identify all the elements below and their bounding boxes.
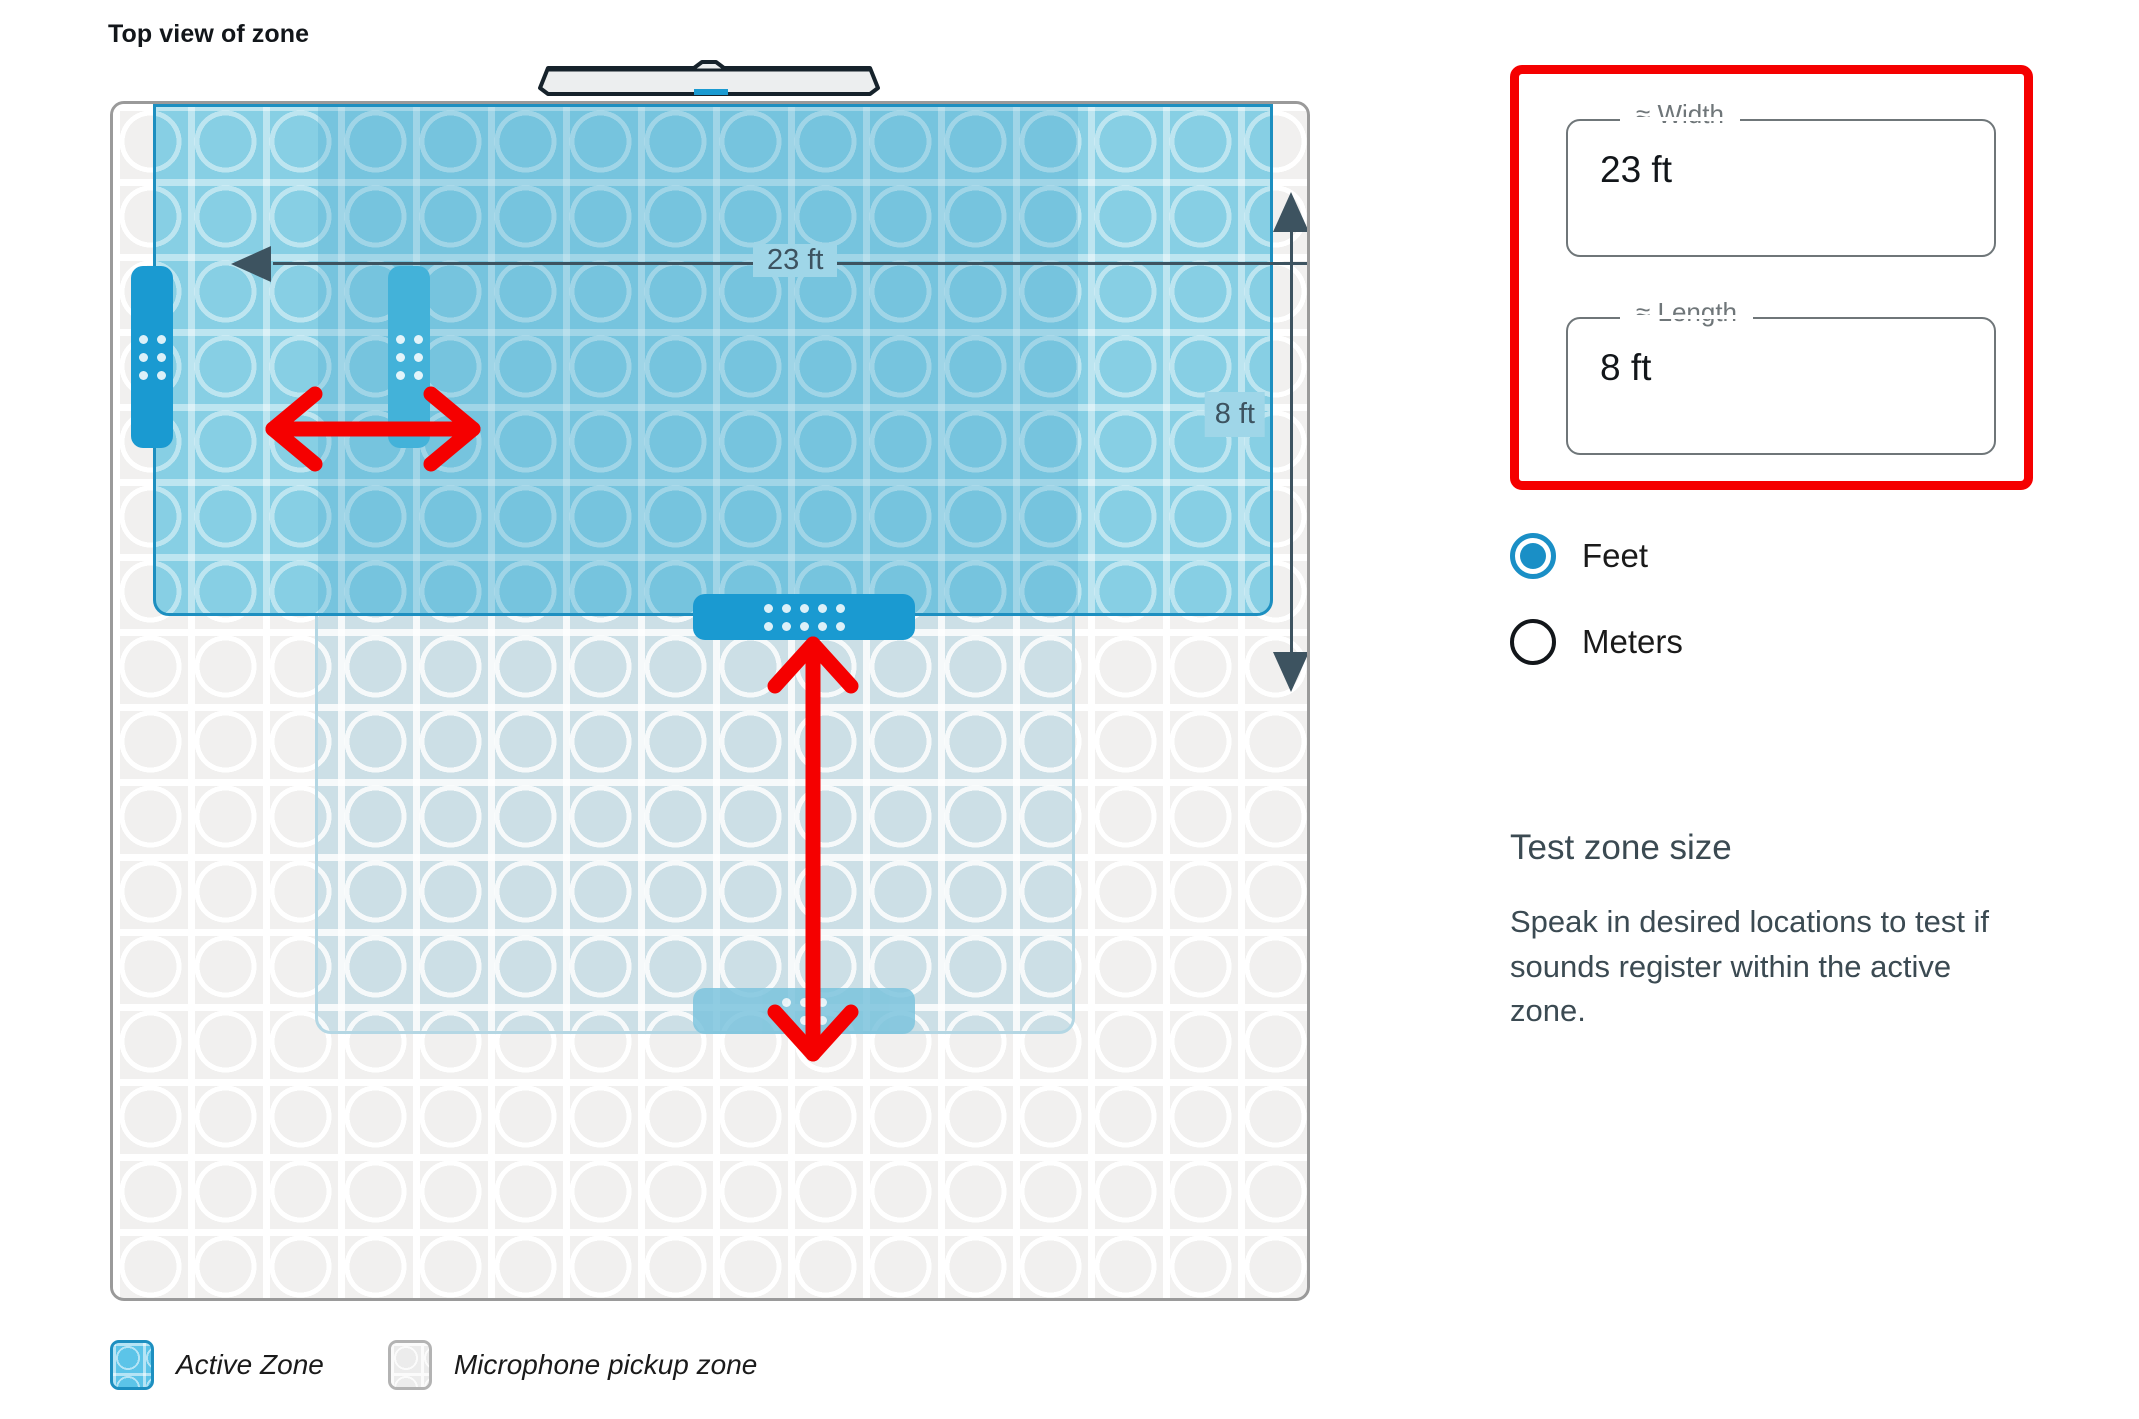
length-field-label: ≈ Length (1628, 297, 1746, 328)
length-field-value[interactable]: 8 ft (1600, 347, 1651, 389)
field-label-notch (1620, 117, 1740, 121)
zone-overlap-band (318, 107, 1078, 613)
legend-item-microphone-pickup-zone: Microphone pickup zone (387, 1340, 758, 1390)
legend-label-active-zone: Active Zone (176, 1349, 324, 1380)
size-fields-highlight-box: ≈ Width 23 ft ≈ Length 8 ft (1510, 65, 2033, 490)
active-zone-bottom-handle[interactable] (693, 594, 915, 640)
length-dimension-arrowheads (1273, 192, 1307, 692)
soundbar-device-icon (538, 60, 880, 96)
radio-option-meters[interactable]: Meters (1510, 599, 1683, 685)
legend: Active Zone Microphone pickup zone (110, 1340, 757, 1390)
grip-dots (763, 603, 845, 631)
microphone-pickup-zone-swatch (387, 1340, 432, 1390)
grip-dots (395, 334, 423, 380)
info-block: Test zone size Speak in desired location… (1510, 828, 2030, 1034)
width-field[interactable]: ≈ Width 23 ft (1566, 99, 1996, 257)
zone-settings-panel: ≈ Width 23 ft ≈ Length 8 ft Feet Meters … (1490, 0, 2139, 1419)
swatch-grid (113, 1343, 151, 1387)
zone-canvas[interactable]: 23 ft 8 ft (110, 101, 1310, 1301)
legend-item-active-zone: Active Zone (110, 1340, 324, 1390)
field-label-notch (1620, 315, 1753, 319)
width-field-label: ≈ Width (1628, 99, 1732, 130)
unit-radio-group[interactable]: Feet Meters (1510, 513, 1683, 685)
grip-dots (781, 997, 827, 1025)
active-zone-left-handle[interactable] (131, 266, 173, 448)
radio-feet-icon[interactable] (1510, 533, 1556, 579)
radio-label-meters: Meters (1582, 623, 1683, 660)
microphone-zone-left-handle[interactable] (388, 266, 430, 448)
info-body: Speak in desired locations to test if so… (1510, 904, 1990, 1029)
active-zone-swatch (110, 1340, 154, 1390)
width-field-value[interactable]: 23 ft (1600, 149, 1672, 191)
swatch-grid (390, 1343, 429, 1387)
radio-option-feet[interactable]: Feet (1510, 513, 1683, 599)
zone-diagram-panel: Top view of zone 23 ft 8 ft Active Zone … (0, 0, 1420, 1419)
length-dimension-label: 8 ft (1204, 392, 1265, 437)
microphone-zone-bottom-handle[interactable] (693, 988, 915, 1034)
info-heading: Test zone size (1510, 828, 1732, 867)
length-field[interactable]: ≈ Length 8 ft (1566, 297, 1996, 455)
active-zone[interactable] (153, 104, 1273, 616)
radio-meters-icon[interactable] (1510, 619, 1556, 665)
page-title: Top view of zone (108, 20, 310, 48)
width-dimension-label: 23 ft (753, 244, 838, 277)
radio-label-feet: Feet (1582, 537, 1649, 574)
grip-dots (138, 334, 166, 380)
legend-label-microphone-pickup-zone: Microphone pickup zone (453, 1349, 758, 1380)
